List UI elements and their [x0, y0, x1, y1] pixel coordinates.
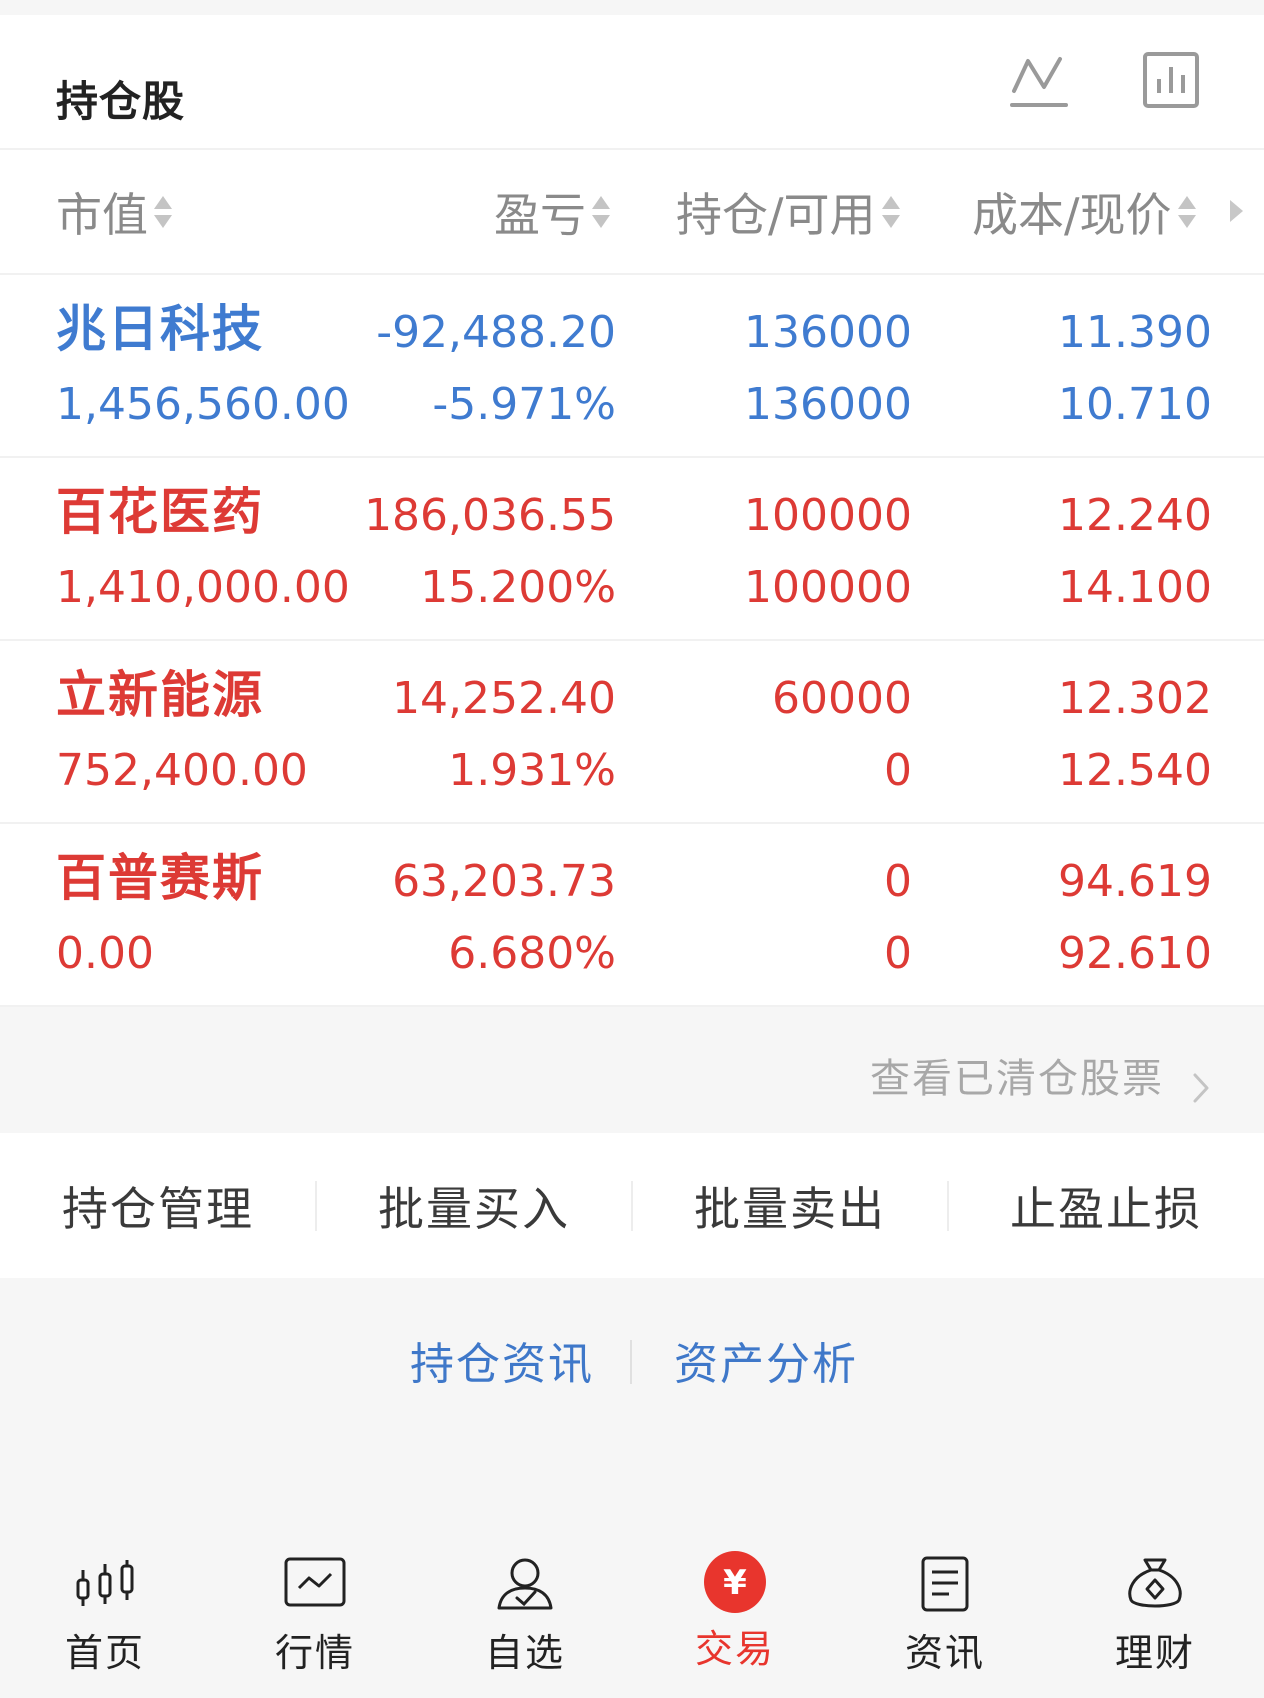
profit-loss-percent: 15.200% [420, 562, 616, 613]
sort-icon [1177, 195, 1196, 228]
col-cost-price[interactable]: 成本/现价 [972, 150, 1198, 273]
nav-item-market[interactable]: 行情 [230, 1556, 400, 1686]
market-chart-icon [284, 1557, 346, 1607]
stock-name: 立新能源 [56, 666, 264, 724]
col-profit-loss-label: 盈亏 [494, 187, 586, 242]
cost-price: 12.240 [1058, 490, 1212, 541]
batch-buy-button[interactable]: 批量买入 [316, 1133, 632, 1278]
holding-news-link[interactable]: 持仓资讯 [410, 1328, 594, 1392]
available-quantity: 0 [884, 928, 912, 979]
scroll-right-arrow-icon[interactable] [1230, 200, 1243, 222]
batch-sell-button[interactable]: 批量卖出 [632, 1133, 948, 1278]
profit-loss-percent: 1.931% [448, 745, 616, 796]
table-row[interactable]: 立新能源 752,400.00 14,252.40 1.931% 60000 0… [0, 641, 1264, 824]
cost-price: 12.302 [1058, 673, 1212, 724]
sort-icon [881, 195, 900, 228]
available-quantity: 0 [884, 745, 912, 796]
holding-quantity: 0 [884, 856, 912, 907]
line-chart-icon[interactable] [1010, 53, 1068, 109]
nav-label: 资讯 [904, 1631, 985, 1675]
holding-quantity: 100000 [744, 490, 912, 541]
stock-name: 兆日科技 [56, 300, 264, 358]
sort-icon [154, 195, 172, 228]
current-price: 14.100 [1058, 562, 1212, 613]
current-price: 92.610 [1058, 928, 1212, 979]
asset-analysis-link[interactable]: 资产分析 [674, 1328, 858, 1392]
user-check-icon [497, 1558, 553, 1610]
nav-label: 理财 [1114, 1631, 1195, 1675]
holding-quantity: 136000 [744, 307, 912, 358]
nav-label: 行情 [274, 1631, 355, 1675]
holding-quantity: 60000 [772, 673, 912, 724]
nav-item-wealth[interactable]: 理财 [1070, 1556, 1240, 1686]
current-price: 10.710 [1058, 379, 1212, 430]
market-value: 1,456,560.00 [56, 379, 350, 430]
cost-price: 11.390 [1058, 307, 1212, 358]
profit-loss: 63,203.73 [392, 856, 616, 907]
holdings-list: 兆日科技 1,456,560.00 -92,488.20 -5.971% 136… [0, 275, 1264, 1007]
money-bag-icon [1128, 1558, 1182, 1608]
nav-label: 首页 [64, 1631, 145, 1675]
market-value: 0.00 [56, 928, 154, 979]
current-price: 12.540 [1058, 745, 1212, 796]
nav-label: 交易 [694, 1627, 775, 1671]
nav-item-home[interactable]: 首页 [20, 1556, 190, 1686]
bar-chart-icon[interactable] [1142, 51, 1200, 109]
cleared-stocks-link[interactable]: 查看已清仓股票 [0, 1016, 1264, 1131]
available-quantity: 100000 [744, 562, 912, 613]
chevron-right-icon [1193, 1073, 1209, 1103]
divider [630, 1340, 632, 1384]
profit-loss-percent: 6.680% [448, 928, 616, 979]
nav-item-watchlist[interactable]: 自选 [440, 1556, 610, 1686]
profit-loss: -92,488.20 [376, 307, 616, 358]
nav-item-news[interactable]: 资讯 [860, 1556, 1030, 1686]
bottom-nav: 首页 行情 自选 ¥ 交易 资讯 理财 [0, 1526, 1264, 1698]
column-header-row: 市值 盈亏 持仓/可用 成本/现价 [0, 150, 1264, 275]
nav-label: 自选 [484, 1631, 565, 1675]
header-bar: 持仓股 [0, 15, 1264, 150]
stock-name: 百花医药 [56, 483, 264, 541]
col-market-value[interactable]: 市值 [56, 150, 174, 273]
col-cost-price-label: 成本/现价 [972, 187, 1172, 242]
svg-text:¥: ¥ [723, 1563, 747, 1603]
nav-item-trade[interactable]: ¥ 交易 [650, 1551, 820, 1686]
table-row[interactable]: 百花医药 1,410,000.00 186,036.55 15.200% 100… [0, 458, 1264, 641]
table-row[interactable]: 百普赛斯 0.00 63,203.73 6.680% 0 0 94.619 92… [0, 824, 1264, 1007]
profit-loss-percent: -5.971% [432, 379, 616, 430]
profit-loss: 14,252.40 [392, 673, 616, 724]
col-holding-available[interactable]: 持仓/可用 [676, 150, 902, 273]
profit-loss: 186,036.55 [364, 490, 616, 541]
take-profit-stop-loss-button[interactable]: 止盈止损 [948, 1133, 1264, 1278]
stock-name: 百普赛斯 [56, 849, 264, 907]
yuan-coin-icon: ¥ [704, 1551, 766, 1613]
market-value: 1,410,000.00 [56, 562, 350, 613]
action-bar: 持仓管理 批量买入 批量卖出 止盈止损 [0, 1133, 1264, 1278]
position-management-button[interactable]: 持仓管理 [0, 1133, 316, 1278]
cleared-stocks-label: 查看已清仓股票 [870, 1056, 1164, 1102]
candlestick-icon [76, 1560, 134, 1606]
info-links: 持仓资讯 资产分析 [0, 1278, 1264, 1568]
cost-price: 94.619 [1058, 856, 1212, 907]
page-title: 持仓股 [56, 77, 186, 126]
col-market-value-label: 市值 [56, 187, 148, 242]
table-row[interactable]: 兆日科技 1,456,560.00 -92,488.20 -5.971% 136… [0, 275, 1264, 458]
col-holding-available-label: 持仓/可用 [676, 187, 876, 242]
sort-icon [592, 195, 610, 228]
market-value: 752,400.00 [56, 745, 308, 796]
col-profit-loss[interactable]: 盈亏 [494, 150, 612, 273]
document-icon [921, 1556, 969, 1612]
available-quantity: 136000 [744, 379, 912, 430]
